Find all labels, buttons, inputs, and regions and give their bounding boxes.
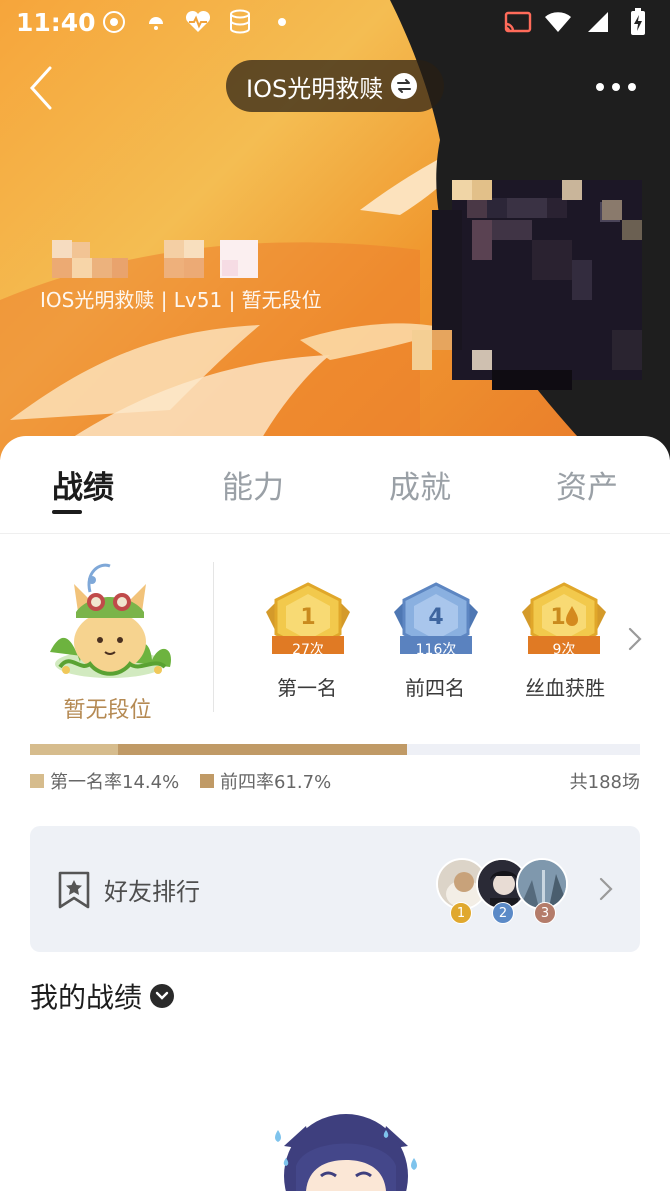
medal-label-low-hp-win: 丝血获胜 bbox=[525, 676, 605, 700]
top-nav: IOS光明救赎 bbox=[0, 56, 670, 116]
tab-ability[interactable]: 能力 bbox=[222, 462, 284, 507]
chevron-right-icon bbox=[599, 877, 613, 901]
friend-ranking-card[interactable]: 好友排行 1 2 3 bbox=[30, 826, 640, 952]
legend-swatch bbox=[30, 774, 44, 788]
health-icon bbox=[184, 8, 212, 36]
more-options-button[interactable] bbox=[596, 74, 644, 100]
dot-icon bbox=[268, 8, 296, 36]
medal-emblem: 4 bbox=[428, 605, 443, 630]
swap-icon bbox=[391, 73, 418, 99]
tab-bar: 战绩 能力 成就 资产 bbox=[0, 436, 670, 534]
active-tab-indicator bbox=[52, 510, 82, 514]
chevron-down-icon bbox=[150, 984, 175, 1008]
chevron-right-icon bbox=[628, 627, 642, 651]
app-notification-icon bbox=[100, 8, 128, 36]
medals-more-button[interactable] bbox=[624, 626, 646, 652]
profile-hero: 11:40 IOS光明救赎 IOS光明救赎 | Lv51 | 暂无段位 bbox=[0, 0, 670, 460]
divider bbox=[213, 562, 214, 712]
ranking-bookmark-icon bbox=[58, 871, 90, 909]
medal-count: 27次 bbox=[292, 642, 324, 658]
friend-rank-badge-2: 2 bbox=[492, 902, 514, 924]
more-dots-icon bbox=[596, 83, 604, 91]
legend-first-place-text: 第一名率14.4% bbox=[50, 772, 180, 793]
legend-top-four: 前四率61.7% bbox=[200, 768, 331, 794]
weather-icon bbox=[142, 8, 170, 36]
placement-rate-legend: 第一名率14.4% 前四率61.7% 共188场 bbox=[30, 768, 640, 794]
player-avatar-redacted[interactable] bbox=[412, 140, 652, 390]
battery-charging-icon bbox=[624, 8, 652, 36]
tab-assets[interactable]: 资产 bbox=[556, 462, 618, 507]
medal-count: 116次 bbox=[415, 642, 457, 658]
legend-top-four-text: 前四率61.7% bbox=[220, 772, 332, 793]
back-button[interactable] bbox=[22, 62, 66, 110]
friend-rank-badge-1: 1 bbox=[450, 902, 472, 924]
status-bar: 11:40 bbox=[0, 0, 670, 48]
medal-label-first-place: 第一名 bbox=[277, 676, 337, 700]
legend-first-place: 第一名率14.4% bbox=[30, 768, 179, 794]
total-games: 共188场 bbox=[569, 772, 640, 793]
server-name: IOS光明救赎 bbox=[246, 74, 384, 103]
medal-count: 9次 bbox=[552, 642, 576, 658]
cast-icon bbox=[504, 8, 532, 36]
nickname-redacted bbox=[52, 240, 258, 278]
top-four-rate-segment bbox=[118, 744, 407, 755]
my-record-filter[interactable]: 我的战绩 bbox=[30, 976, 175, 1016]
cellular-signal-icon bbox=[584, 8, 612, 36]
first-place-rate-segment bbox=[30, 744, 118, 755]
status-time: 11:40 bbox=[16, 8, 96, 37]
empty-state-mascot-icon bbox=[275, 1114, 417, 1191]
legend-swatch bbox=[200, 774, 214, 788]
medal-emblem: 1 bbox=[550, 605, 565, 630]
medal-emblem: 1 bbox=[300, 605, 315, 630]
friend-rank-badge-3: 3 bbox=[534, 902, 556, 924]
friend-ranking-title: 好友排行 bbox=[104, 878, 200, 906]
tab-achievement[interactable]: 成就 bbox=[389, 462, 451, 507]
player-info-line: IOS光明救赎 | Lv51 | 暂无段位 bbox=[40, 288, 322, 312]
wifi-icon bbox=[544, 8, 572, 36]
tab-record[interactable]: 战绩 bbox=[52, 462, 114, 507]
rank-label: 暂无段位 bbox=[63, 698, 152, 723]
my-record-title: 我的战绩 bbox=[30, 981, 143, 1014]
placement-rate-bar bbox=[30, 744, 640, 755]
chevron-left-icon bbox=[29, 66, 52, 110]
medal-label-top-four: 前四名 bbox=[405, 676, 465, 700]
server-switcher[interactable]: IOS光明救赎 bbox=[226, 60, 444, 112]
storage-icon bbox=[226, 8, 254, 36]
